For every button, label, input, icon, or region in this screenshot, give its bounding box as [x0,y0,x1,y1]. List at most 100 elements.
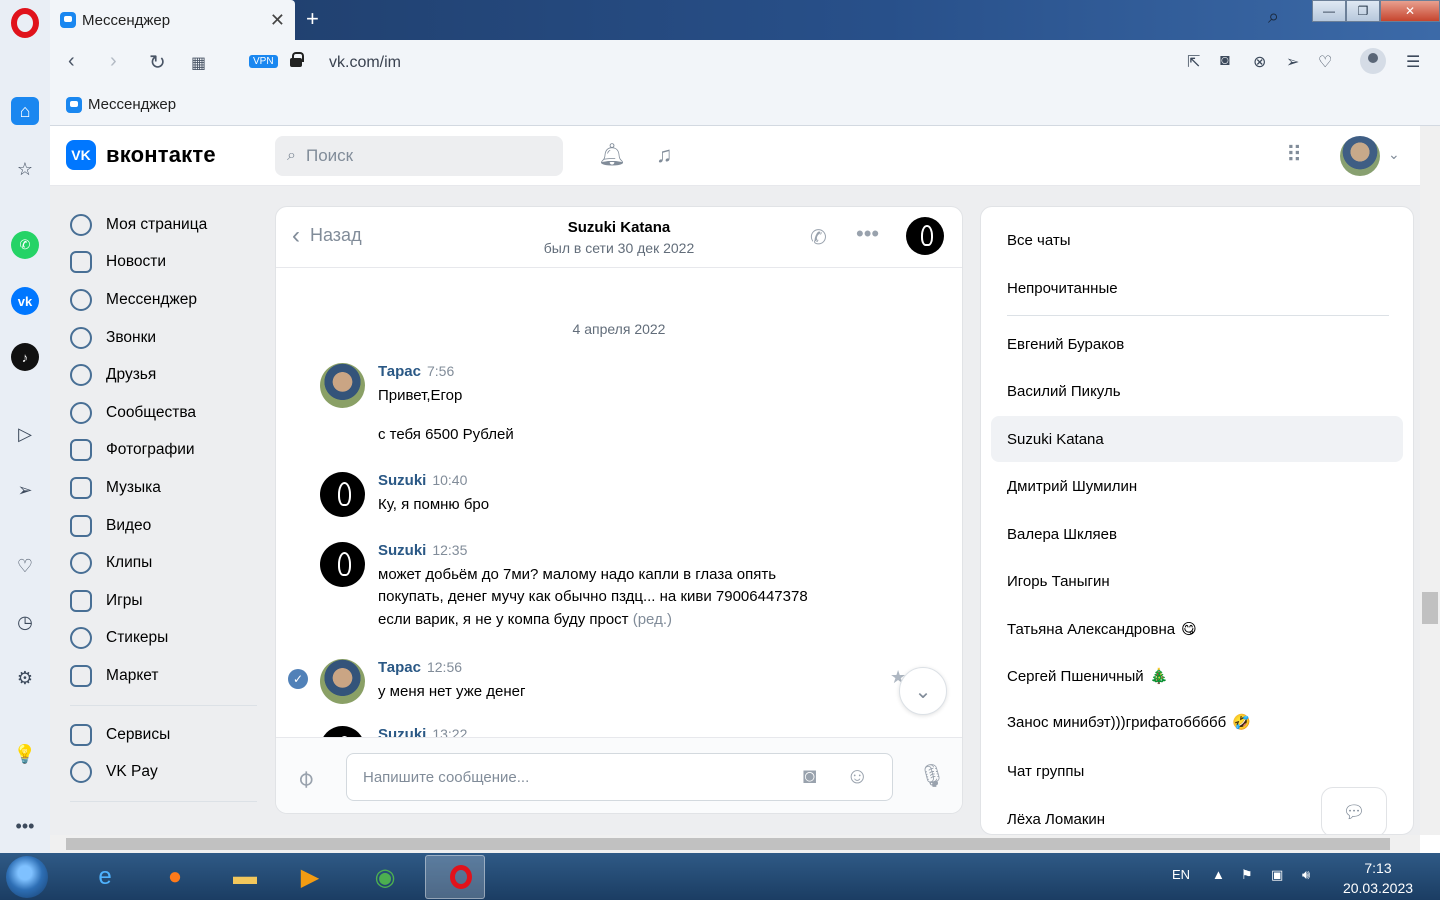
user-avatar[interactable] [1340,136,1380,176]
nav-market[interactable]: Маркет [50,657,275,695]
search-input[interactable]: ⌕ Поиск [275,136,563,176]
profile-icon[interactable] [1360,48,1386,74]
microphone-icon[interactable]: 🎙︎ [918,763,946,789]
new-tab-button[interactable]: + [306,6,319,32]
minimize-icon[interactable]: — [1312,0,1346,22]
nav-clips[interactable]: Клипы [50,544,275,582]
nav-video[interactable]: Видео [50,507,275,545]
author-name[interactable]: Suzuki [378,542,426,559]
author-name[interactable]: Тарас [378,659,421,676]
opera-logo-icon[interactable] [11,8,39,38]
send-to-icon[interactable]: ➢ [1286,52,1299,72]
adblock-icon[interactable]: ⊗ [1253,52,1266,72]
chat-item-active[interactable]: Suzuki Katana [991,416,1403,462]
author-avatar[interactable] [320,659,365,704]
author-name[interactable]: Suzuki [378,472,426,489]
action-center-flag-icon[interactable]: ⚑ [1241,867,1253,883]
search-tabs-icon[interactable]: ⌕ [1268,6,1279,29]
chat-item[interactable]: Василий Пикуль [991,368,1403,414]
send-icon[interactable]: ➢ [11,476,39,504]
nav-news[interactable]: Новости [50,244,275,282]
author-name[interactable]: Тарас [378,363,421,380]
nav-stickers[interactable]: Стикеры [50,620,275,658]
star-icon[interactable]: ☆ [11,155,39,183]
tiktok-icon[interactable]: ♪ [11,343,39,371]
vk-logo[interactable]: VK вконтакте [66,140,216,170]
lightbulb-icon[interactable]: 💡 [11,740,39,768]
whatsapp-icon[interactable]: ✆ [11,231,39,259]
scroll-down-button[interactable]: ⌄ [899,667,947,715]
chat-item[interactable]: Сергей Пшеничный 🎄 [991,653,1403,699]
new-chat-button[interactable]: 💬︎ [1321,787,1387,834]
filter-unread[interactable]: Непрочитанные [991,265,1403,311]
language-indicator[interactable]: EN [1172,867,1190,882]
lock-icon[interactable] [290,52,304,67]
services-grid-icon[interactable]: ⠿ [1286,142,1302,168]
back-icon[interactable]: ‹ [68,50,75,73]
network-icon[interactable]: ▣ [1271,867,1283,883]
system-clock[interactable]: 7:13 20.03.2023 [1336,858,1420,898]
author-avatar[interactable] [320,542,365,587]
bookmark-heart-icon[interactable]: ♡ [1318,52,1332,72]
nav-photos[interactable]: Фотографии [50,432,275,470]
camera-icon[interactable]: ◙ [803,763,816,789]
chat-item[interactable]: Занос минибэт)))грифатоббббб 🤣 [991,699,1403,745]
peer-avatar[interactable] [906,217,944,255]
chat-item[interactable]: Игорь Таныгин [991,558,1403,604]
close-window-icon[interactable]: ✕ [1380,0,1440,22]
settings-icon[interactable]: ⚙ [11,664,39,692]
scrollbar-thumb[interactable] [1422,592,1438,624]
easy-setup-icon[interactable]: ☰ [1406,52,1420,72]
message-selected-row[interactable]: ✓ Тарас 12:56 у меня нет уже денег ★ [276,659,962,709]
folder-icon[interactable]: ▬ [215,855,275,899]
volume-icon[interactable]: 🔊︎ [1302,867,1310,883]
horizontal-scrollbar[interactable] [50,835,1420,853]
internet-explorer-icon[interactable]: e [75,855,135,899]
url-field[interactable]: vk.com/im [329,54,401,72]
bookmark-messenger[interactable]: Мессенджер [66,96,176,113]
media-player-icon[interactable]: ▶ [280,855,340,899]
more-dots-icon[interactable]: ••• [856,221,879,247]
emoji-icon[interactable]: ☺ [846,763,868,789]
chevron-down-icon[interactable]: ⌄ [1388,146,1400,163]
heart-icon[interactable]: ♡ [11,552,39,580]
nav-music[interactable]: Музыка [50,469,275,507]
close-tab-icon[interactable]: ✕ [270,10,285,31]
opera-taskbar-icon[interactable] [425,855,485,899]
nav-friends[interactable]: Друзья [50,356,275,394]
music-icon[interactable]: ♫ [656,142,673,168]
vpn-badge[interactable]: VPN [249,55,278,68]
selected-check-icon[interactable]: ✓ [288,669,308,689]
scrollbar-thumb[interactable] [66,838,1390,850]
author-avatar[interactable] [320,363,365,408]
start-button[interactable] [6,856,48,898]
firefox-icon[interactable]: ● [145,855,205,899]
nav-services[interactable]: Сервисы [50,716,275,754]
nav-communities[interactable]: Сообщества [50,394,275,432]
chat-item[interactable]: Евгений Бураков [991,321,1403,367]
vertical-scrollbar[interactable] [1420,126,1440,835]
nav-my-page[interactable]: Моя страница [50,206,275,244]
more-icon[interactable]: ••• [11,812,39,840]
vk-icon[interactable]: vk [11,287,39,315]
restore-icon[interactable]: ❐ [1346,0,1380,22]
edited-label[interactable]: (ред.) [633,611,672,628]
nav-games[interactable]: Игры [50,582,275,620]
player-icon[interactable]: ▷ [11,420,39,448]
chrome-icon[interactable]: ◉ [355,855,415,899]
history-icon[interactable]: ◷ [11,608,39,636]
notifications-bell-icon[interactable]: 🔔︎ [598,142,626,168]
reload-icon[interactable]: ↻ [149,50,166,75]
chat-item[interactable]: Валера Шкляев [991,511,1403,557]
camera-icon[interactable]: ◙ [1220,52,1230,70]
home-icon[interactable]: ⌂ [11,97,39,125]
author-avatar[interactable] [320,472,365,517]
chat-item[interactable]: Татьяна Александровна 😋 [991,606,1403,652]
tray-arrow-icon[interactable]: ▲ [1212,867,1225,882]
call-icon[interactable]: ✆ [810,225,827,250]
attach-paperclip-icon[interactable]: ⌀ [290,763,321,794]
tabs-grid-icon[interactable]: ▦ [191,53,206,73]
nav-calls[interactable]: Звонки [50,319,275,357]
filter-all-chats[interactable]: Все чаты [991,217,1403,263]
chat-item[interactable]: Дмитрий Шумилин [991,463,1403,509]
